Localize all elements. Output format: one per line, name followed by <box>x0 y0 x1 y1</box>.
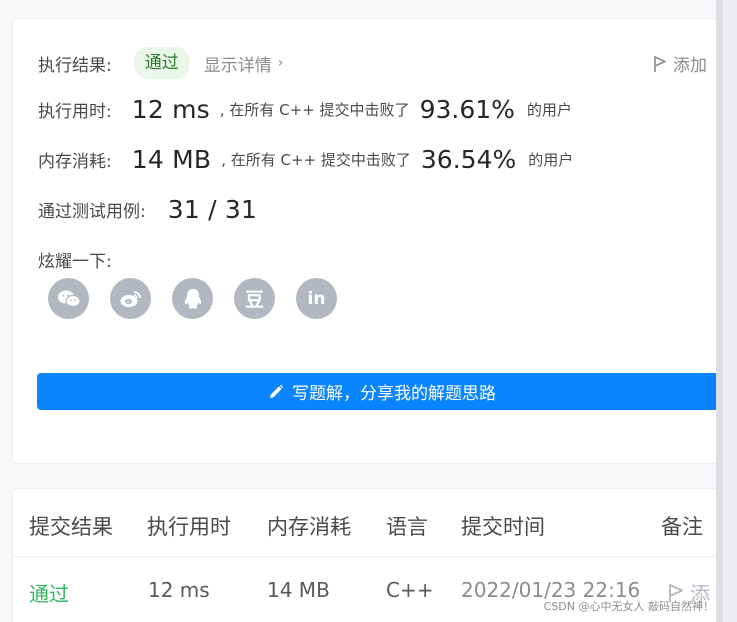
result-label: 执行结果: <box>38 55 112 76</box>
write-solution-label: 写题解，分享我的解题思路 <box>292 384 496 404</box>
share-row: 炫耀一下: <box>38 247 112 272</box>
memory-suffix: 的用户 <box>528 151 574 169</box>
share-icons: 豆 in <box>48 278 358 319</box>
memory-value: 14 MB <box>131 145 212 174</box>
linkedin-icon[interactable]: in <box>296 278 337 319</box>
row-memory: 14 MB <box>267 578 330 602</box>
qq-glyph <box>184 288 201 309</box>
write-solution-button[interactable]: 写题解，分享我的解题思路 <box>37 373 727 410</box>
table-header: 提交结果 执行用时 内存消耗 语言 提交时间 备注 <box>13 489 727 557</box>
tests-row: 通过测试用例: 31 / 31 <box>38 195 257 224</box>
header-language: 语言 <box>386 515 428 539</box>
result-card: 执行结果: 通过 显示详情 › 添加 执行用时: 12 ms , 在所有 C++… <box>12 18 728 464</box>
submission-result-page: 执行结果: 通过 显示详情 › 添加 执行用时: 12 ms , 在所有 C++… <box>0 0 737 622</box>
tests-label: 通过测试用例: <box>38 202 146 222</box>
show-details-link[interactable]: 显示详情 › <box>204 51 284 76</box>
runtime-beats-text: , 在所有 C++ 提交中击败了 <box>219 101 410 119</box>
wechat-icon[interactable] <box>48 278 89 319</box>
scrollbar-thumb[interactable] <box>716 0 723 622</box>
watermark: CSDN @心中无女人 敲码自然神！！ <box>543 600 725 613</box>
show-details-label: 显示详情 <box>203 55 272 76</box>
runtime-label: 执行用时: <box>38 102 112 122</box>
runtime-suffix: 的用户 <box>526 101 572 119</box>
douban-icon[interactable]: 豆 <box>234 278 275 319</box>
pencil-icon <box>270 384 284 398</box>
header-submit-time: 提交时间 <box>461 515 545 539</box>
weibo-glyph <box>120 290 141 307</box>
memory-beats-text: , 在所有 C++ 提交中击败了 <box>221 151 411 169</box>
memory-row: 内存消耗: 14 MB , 在所有 C++ 提交中击败了 36.54% 的用户 <box>38 145 573 174</box>
memory-percent: 36.54% <box>420 145 517 174</box>
memory-label: 内存消耗: <box>38 152 112 172</box>
runtime-value: 12 ms <box>131 95 210 124</box>
result-row: 执行结果: 通过 显示详情 › <box>38 47 283 79</box>
runtime-percent: 93.61% <box>419 95 515 124</box>
header-note: 备注 <box>661 515 703 539</box>
douban-glyph: 豆 <box>244 289 264 311</box>
add-note-button[interactable]: 添加 <box>653 51 707 76</box>
add-note-label: 添加 <box>673 56 707 76</box>
share-label: 炫耀一下: <box>38 252 112 272</box>
row-language: C++ <box>386 578 434 602</box>
header-memory: 内存消耗 <box>267 515 351 539</box>
row-runtime: 12 ms <box>148 578 210 602</box>
scrollbar[interactable] <box>716 0 737 622</box>
row-status[interactable]: 通过 <box>29 578 69 607</box>
wechat-glyph <box>57 290 81 307</box>
flag-icon <box>654 55 666 72</box>
runtime-row: 执行用时: 12 ms , 在所有 C++ 提交中击败了 93.61% 的用户 <box>38 95 572 124</box>
weibo-icon[interactable] <box>110 278 151 319</box>
qq-icon[interactable] <box>172 278 213 319</box>
header-status: 提交结果 <box>29 515 113 539</box>
linkedin-glyph: in <box>307 288 326 309</box>
tests-value: 31 / 31 <box>167 195 258 224</box>
header-runtime: 执行用时 <box>147 515 231 539</box>
status-badge: 通过 <box>133 47 190 79</box>
chevron-right-icon: › <box>277 55 284 71</box>
